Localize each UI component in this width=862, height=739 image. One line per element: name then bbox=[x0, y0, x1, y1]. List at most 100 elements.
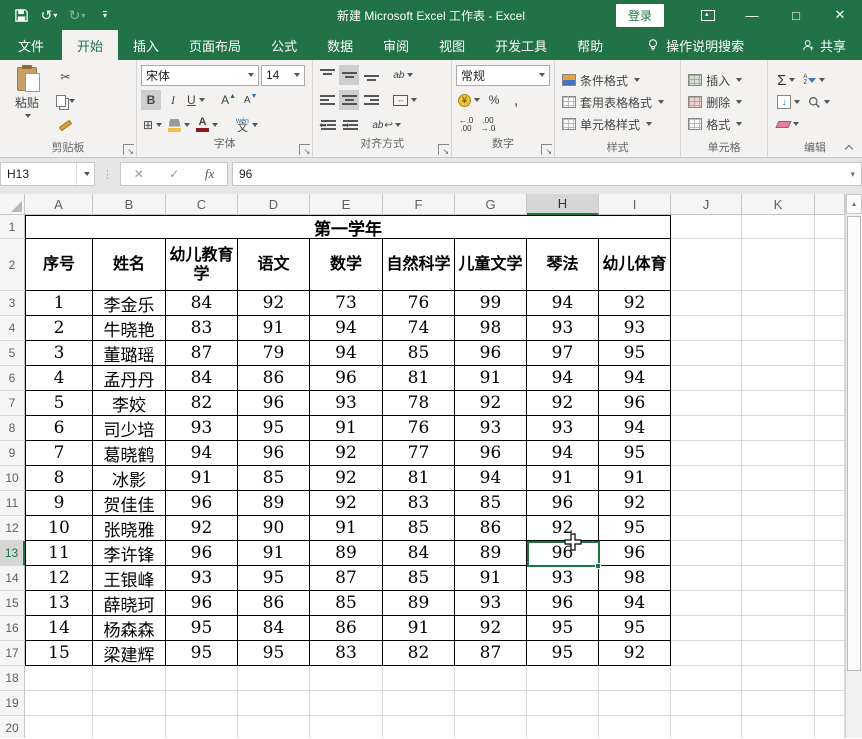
find-select-button[interactable] bbox=[806, 92, 832, 112]
sort-filter-button[interactable]: AZ bbox=[801, 70, 827, 90]
fill-color-button[interactable] bbox=[166, 115, 192, 135]
row-header-1[interactable]: 1 bbox=[0, 215, 25, 239]
undo-button[interactable]: ↺▾ bbox=[36, 3, 62, 27]
fill-handle[interactable] bbox=[595, 563, 601, 569]
column-header-K[interactable]: K bbox=[742, 194, 815, 215]
font-name-combo[interactable]: 宋体 bbox=[141, 65, 259, 86]
empty-cell[interactable] bbox=[815, 366, 845, 391]
empty-cell[interactable] bbox=[742, 616, 815, 641]
data-cell[interactable]: 4 bbox=[25, 366, 93, 391]
data-cell[interactable]: 14 bbox=[25, 616, 93, 641]
scrollbar-thumb[interactable] bbox=[847, 216, 861, 671]
format-painter-button[interactable] bbox=[54, 115, 77, 135]
empty-cell[interactable] bbox=[815, 591, 845, 616]
empty-cell[interactable] bbox=[815, 716, 845, 738]
row-header-12[interactable]: 12 bbox=[0, 516, 25, 541]
empty-cell[interactable] bbox=[671, 316, 742, 341]
header-cell[interactable]: 姓名 bbox=[93, 239, 166, 291]
data-cell[interactable]: 李姣 bbox=[93, 391, 166, 416]
data-cell[interactable]: 3 bbox=[25, 341, 93, 366]
empty-cell[interactable] bbox=[742, 666, 815, 691]
header-cell[interactable]: 语文 bbox=[238, 239, 310, 291]
empty-cell[interactable] bbox=[815, 215, 845, 239]
empty-cell[interactable] bbox=[742, 416, 815, 441]
empty-cell[interactable] bbox=[25, 691, 93, 716]
data-cell[interactable]: 84 bbox=[383, 541, 455, 566]
data-cell[interactable]: 95 bbox=[238, 641, 310, 666]
row-header-14[interactable]: 14 bbox=[0, 566, 25, 591]
empty-cell[interactable] bbox=[742, 691, 815, 716]
borders-button[interactable]: ⊞ bbox=[141, 115, 164, 135]
empty-cell[interactable] bbox=[166, 666, 238, 691]
data-cell[interactable]: 15 bbox=[25, 641, 93, 666]
data-cell[interactable]: 92 bbox=[527, 391, 599, 416]
column-header-H[interactable]: H bbox=[527, 194, 599, 215]
empty-cell[interactable] bbox=[815, 466, 845, 491]
empty-cell[interactable] bbox=[310, 716, 383, 738]
data-cell[interactable]: 86 bbox=[310, 616, 383, 641]
data-cell[interactable]: 95 bbox=[527, 616, 599, 641]
row-header-5[interactable]: 5 bbox=[0, 341, 25, 366]
data-cell[interactable]: 99 bbox=[455, 291, 527, 316]
data-cell[interactable]: 92 bbox=[166, 516, 238, 541]
data-cell[interactable]: 10 bbox=[25, 516, 93, 541]
empty-cell[interactable] bbox=[815, 341, 845, 366]
data-cell[interactable]: 95 bbox=[599, 341, 671, 366]
vertical-scrollbar[interactable]: ▲ bbox=[845, 194, 862, 738]
empty-cell[interactable] bbox=[527, 691, 599, 716]
data-cell[interactable]: 92 bbox=[599, 641, 671, 666]
format-as-table-button[interactable]: 套用表格格式 bbox=[559, 92, 676, 112]
data-cell[interactable]: 84 bbox=[166, 366, 238, 391]
empty-cell[interactable] bbox=[671, 716, 742, 738]
data-cell[interactable]: 84 bbox=[166, 291, 238, 316]
column-header-G[interactable]: G bbox=[455, 194, 527, 215]
empty-cell[interactable] bbox=[742, 591, 815, 616]
empty-cell[interactable] bbox=[742, 541, 815, 566]
middle-align-button[interactable] bbox=[339, 65, 359, 85]
header-cell[interactable]: 琴法 bbox=[527, 239, 599, 291]
tab-插入[interactable]: 插入 bbox=[118, 30, 174, 60]
row-header-16[interactable]: 16 bbox=[0, 616, 25, 641]
clear-button[interactable] bbox=[775, 114, 801, 134]
empty-cell[interactable] bbox=[815, 516, 845, 541]
minimize-button[interactable]: — bbox=[730, 0, 774, 30]
data-cell[interactable]: 95 bbox=[238, 416, 310, 441]
font-size-combo[interactable]: 14 bbox=[261, 65, 305, 86]
tab-开始[interactable]: 开始 bbox=[62, 30, 118, 60]
data-cell[interactable]: 7 bbox=[25, 441, 93, 466]
data-cell[interactable]: 92 bbox=[599, 291, 671, 316]
empty-cell[interactable] bbox=[671, 341, 742, 366]
grow-font-button[interactable]: A▲ bbox=[219, 90, 239, 110]
data-cell[interactable]: 94 bbox=[455, 466, 527, 491]
data-cell[interactable]: 95 bbox=[599, 441, 671, 466]
empty-cell[interactable] bbox=[742, 566, 815, 591]
decrease-decimal-button[interactable]: .00 →.0 bbox=[478, 115, 498, 135]
empty-cell[interactable] bbox=[815, 491, 845, 516]
share-button[interactable]: 共享 bbox=[802, 30, 862, 60]
data-cell[interactable]: 93 bbox=[527, 316, 599, 341]
row-header-19[interactable]: 19 bbox=[0, 691, 25, 716]
empty-cell[interactable] bbox=[25, 666, 93, 691]
align-left-button[interactable] bbox=[317, 90, 337, 110]
empty-cell[interactable] bbox=[238, 691, 310, 716]
empty-cell[interactable] bbox=[742, 441, 815, 466]
data-cell[interactable]: 86 bbox=[238, 366, 310, 391]
scroll-up-button[interactable]: ▲ bbox=[846, 194, 862, 214]
delete-cells-button[interactable]: 删除 bbox=[685, 92, 763, 112]
cut-button[interactable]: ✂ bbox=[54, 67, 77, 87]
expand-formula-bar-icon[interactable]: ▾ bbox=[850, 169, 855, 180]
empty-cell[interactable] bbox=[671, 441, 742, 466]
data-cell[interactable]: 89 bbox=[310, 541, 383, 566]
data-cell[interactable]: 79 bbox=[238, 341, 310, 366]
data-cell[interactable]: 95 bbox=[599, 516, 671, 541]
empty-cell[interactable] bbox=[671, 291, 742, 316]
empty-cell[interactable] bbox=[671, 691, 742, 716]
phonetic-guide-button[interactable]: wén文 bbox=[234, 115, 260, 135]
column-header-F[interactable]: F bbox=[383, 194, 455, 215]
data-cell[interactable]: 90 bbox=[238, 516, 310, 541]
empty-cell[interactable] bbox=[455, 716, 527, 738]
name-box[interactable]: H13 bbox=[0, 162, 95, 186]
empty-cell[interactable] bbox=[671, 666, 742, 691]
data-cell[interactable]: 93 bbox=[166, 566, 238, 591]
data-cell[interactable]: 96 bbox=[527, 541, 599, 566]
